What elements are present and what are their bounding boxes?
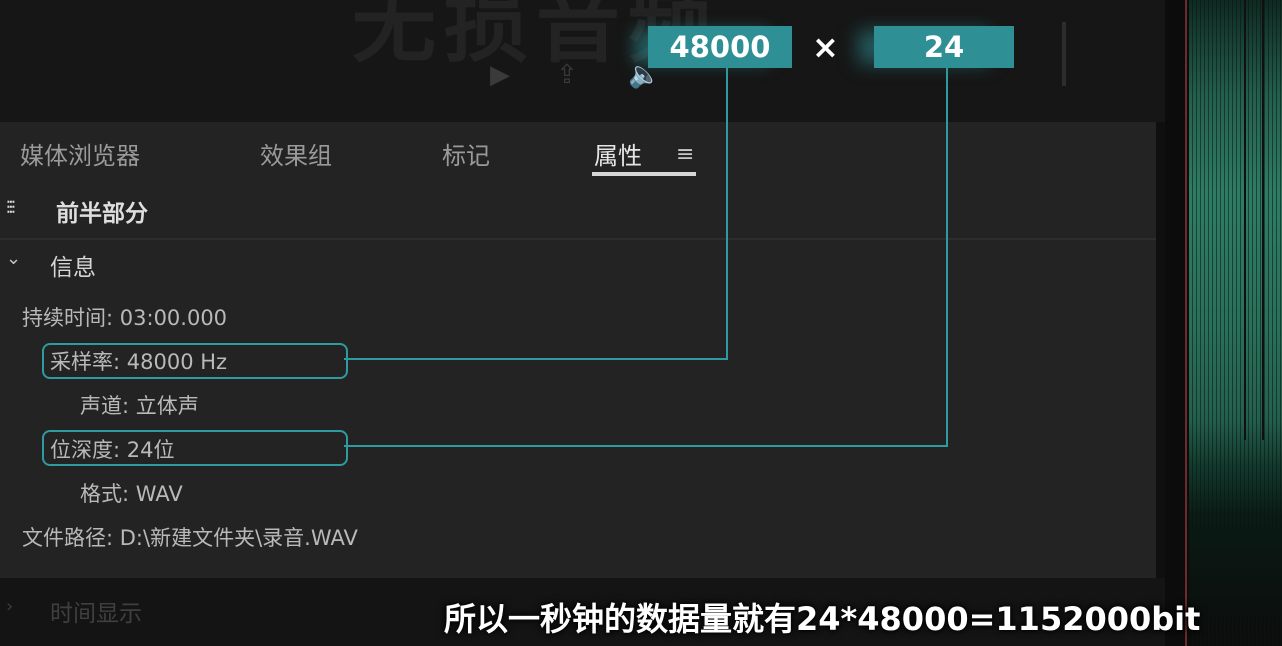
divider	[1062, 22, 1066, 86]
property-value: D:\新建文件夹\录音.WAV	[119, 526, 358, 550]
property-format: 格式: WAV	[80, 478, 183, 508]
highlight-box-bit-depth	[42, 430, 348, 466]
audio-wave-icon: ⫶⫶⫶	[6, 198, 15, 219]
property-label: 格式:	[80, 482, 130, 506]
chevron-right-icon[interactable]: ›	[6, 596, 13, 617]
property-label: 声道:	[80, 394, 130, 418]
tab-media-browser[interactable]: 媒体浏览器	[20, 136, 140, 171]
playhead-divider	[1185, 0, 1187, 646]
connector-line	[344, 358, 728, 360]
active-tab-indicator	[592, 172, 696, 176]
panel-menu-icon[interactable]: ≡	[676, 142, 694, 167]
tab-markers[interactable]: 标记	[442, 136, 490, 171]
property-duration: 持续时间: 03:00.000	[22, 302, 227, 332]
chevron-down-icon[interactable]: ⌄	[6, 248, 21, 269]
panel-tabs: 媒体浏览器 效果组 标记 属性 ≡	[0, 122, 1156, 182]
connector-line	[344, 445, 948, 447]
property-file-path: 文件路径: D:\新建文件夹\录音.WAV	[22, 522, 358, 552]
waveform-marker	[1262, 0, 1264, 440]
section-label: 信息	[50, 255, 96, 281]
clip-header: ⫶⫶⫶ 前半部分	[0, 186, 1156, 240]
property-channels: 声道: 立体声	[80, 390, 199, 420]
sample-rate-badge: 48000	[648, 26, 792, 68]
clip-name: 前半部分	[56, 201, 148, 227]
bit-depth-badge: 24	[874, 26, 1014, 68]
property-value: 03:00.000	[119, 306, 228, 330]
property-value: WAV	[135, 482, 183, 506]
section-label: 时间显示	[50, 601, 142, 627]
play-icon[interactable]: ▶	[490, 60, 510, 90]
property-label: 文件路径:	[22, 526, 114, 550]
tab-effects-rack[interactable]: 效果组	[260, 136, 332, 171]
tab-properties[interactable]: 属性	[594, 136, 642, 171]
export-icon[interactable]: ⇪	[556, 60, 578, 90]
connector-line	[946, 68, 948, 447]
subtitle-caption: 所以一秒钟的数据量就有24*48000=1152000bit	[444, 600, 1201, 638]
property-label: 持续时间:	[22, 306, 114, 330]
highlight-box-sample-rate	[42, 343, 348, 379]
multiply-sign: ×	[812, 28, 839, 66]
audio-waveform[interactable]	[1189, 0, 1282, 646]
property-value: 立体声	[135, 394, 199, 418]
waveform-marker	[1244, 0, 1246, 440]
connector-line	[726, 68, 728, 360]
